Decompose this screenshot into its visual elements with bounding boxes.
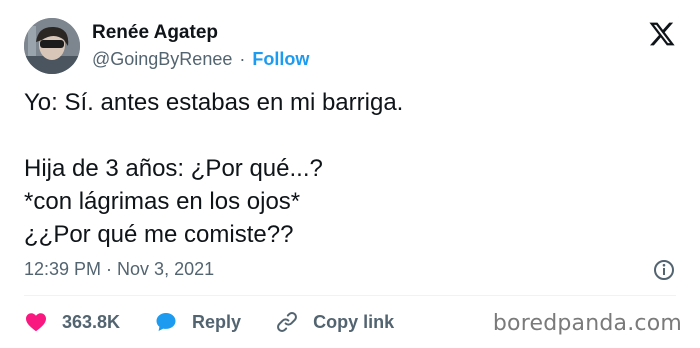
copy-link-button[interactable]: Copy link <box>275 310 394 334</box>
action-bar: 363.8K Reply Copy link <box>24 307 428 337</box>
tweet-line: ¿¿Por qué me comiste?? <box>24 221 294 248</box>
avatar-image <box>24 18 80 74</box>
tweet-line: Yo: Sí. antes estabas en mi barriga. <box>24 89 404 116</box>
copy-link-label: Copy link <box>313 311 395 332</box>
tweet-timestamp[interactable]: 12:39 PM · Nov 3, 2021 <box>24 259 214 280</box>
x-logo-icon[interactable] <box>648 20 676 48</box>
heart-icon <box>26 313 46 332</box>
author-handle-row: @GoingByRenee · Follow <box>92 49 309 70</box>
author-handle[interactable]: @GoingByRenee <box>92 49 232 69</box>
reply-button[interactable]: Reply <box>154 310 241 334</box>
watermark: boredpanda.com <box>492 311 682 336</box>
info-icon[interactable] <box>652 258 676 282</box>
divider <box>24 295 676 296</box>
avatar[interactable] <box>24 18 80 74</box>
tweet-text: Yo: Sí. antes estabas en mi barriga. Hij… <box>24 86 674 251</box>
tweet-line <box>24 119 674 152</box>
follow-button[interactable]: Follow <box>252 49 309 69</box>
tweet-line: *con lágrimas en los ojos* <box>24 188 301 215</box>
reply-label: Reply <box>192 311 242 332</box>
tweet-line: Hija de 3 años: ¿Por qué...? <box>24 155 323 182</box>
speech-bubble-icon <box>156 313 176 331</box>
like-count: 363.8K <box>62 311 121 332</box>
author-name[interactable]: Renée Agatep <box>92 22 218 44</box>
separator-dot: · <box>239 49 246 69</box>
link-icon <box>277 312 298 332</box>
like-button[interactable]: 363.8K <box>24 310 120 334</box>
